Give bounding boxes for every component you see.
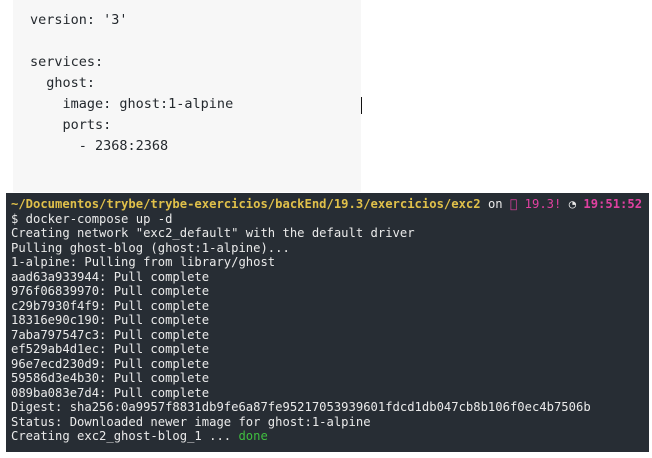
terminal-line: 7aba797547c3: Pull complete: [11, 327, 210, 342]
code-line: ports:: [30, 117, 112, 133]
terminal-output: Creating network "exc2_default" with the…: [11, 226, 649, 429]
code-line: ghost:: [30, 75, 96, 91]
code-line: version: '3': [30, 12, 128, 28]
terminal-line: 59586d3e4b30: Pull complete: [11, 371, 210, 385]
terminal-line: Pulling ghost-blog (ghost:1-alpine)...: [11, 240, 290, 255]
code-line: image: ghost:1-alpine: [30, 96, 234, 112]
terminal-line: Status: Downloaded newer image for ghost…: [11, 414, 371, 429]
terminal-line: 1-alpine: Pulling from library/ghost: [11, 255, 276, 269]
terminal-line: 089ba083e7d4: Pull complete: [11, 385, 210, 400]
terminal-window[interactable]: ~/Documentos/trybe/trybe-exercicios/back…: [6, 193, 649, 452]
terminal-line: 96e7ecd230d9: Pull complete: [11, 356, 210, 371]
terminal-line: Digest: sha256:0a9957f8831db9fe6a87fe952…: [11, 400, 591, 414]
terminal-line: ef529ab4d1ec: Pull complete: [11, 342, 210, 356]
terminal-command: $ docker-compose up -d: [11, 211, 173, 226]
prompt-on-text: on: [480, 197, 510, 211]
code-line: services:: [30, 54, 104, 70]
compose-code-block: version: '3' services: ghost: image: gho…: [13, 0, 361, 192]
terminal-prompt: ~/Documentos/trybe/trybe-exercicios/back…: [11, 197, 649, 212]
terminal-line: c29b7930f4f9: Pull complete: [11, 298, 210, 313]
code-line: - 2368:2368: [30, 138, 169, 154]
terminal-line: Creating network "exc2_default" with the…: [11, 226, 415, 240]
last-line-prefix: Creating exc2_ghost-blog_1 ...: [11, 429, 239, 443]
terminal-line: Creating exc2_ghost-blog_1 ... done: [11, 429, 649, 444]
done-status: done: [238, 429, 268, 443]
terminal-line: aad63a933944: Pull complete: [11, 269, 210, 284]
prompt-path: ~/Documentos/trybe/trybe-exercicios/back…: [11, 197, 481, 211]
prompt-time: 19:51:52: [583, 197, 643, 211]
terminal-line: 18316e90c190: Pull complete: [11, 313, 210, 327]
clock-icon: ◔: [568, 197, 577, 211]
terminal-line: 976f06839970: Pull complete: [11, 284, 210, 298]
text-cursor: [361, 97, 362, 114]
git-branch-badge:  19.3!: [509, 197, 562, 211]
